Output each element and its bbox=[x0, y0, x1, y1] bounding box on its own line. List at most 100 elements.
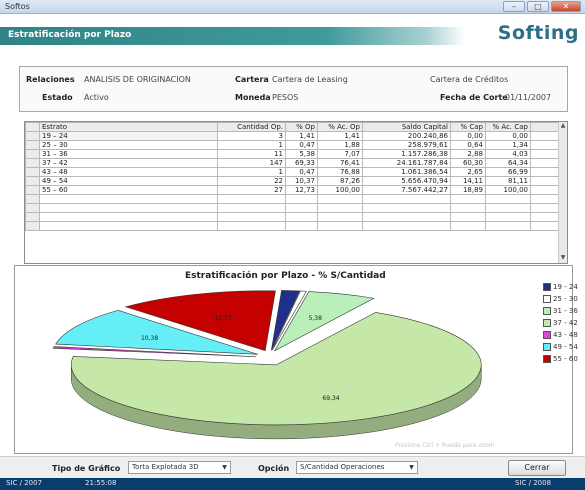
table-row-empty[interactable] bbox=[25, 212, 561, 222]
table-cell[interactable]: 31 – 36 bbox=[39, 149, 218, 159]
table-cell[interactable]: 12,73 bbox=[285, 185, 318, 195]
table-cell[interactable]: 25 – 30 bbox=[39, 140, 218, 150]
table-cell-empty[interactable] bbox=[362, 212, 451, 222]
chevron-down-icon[interactable]: ▼ bbox=[407, 463, 416, 472]
table-cell-empty[interactable] bbox=[39, 221, 218, 231]
table-cell-empty[interactable] bbox=[39, 203, 218, 213]
table-cell-empty[interactable] bbox=[450, 194, 486, 204]
table-cell-empty[interactable] bbox=[25, 194, 40, 204]
table-cell-empty[interactable] bbox=[530, 221, 561, 231]
table-cell[interactable]: 1,41 bbox=[285, 131, 318, 141]
table-cell[interactable]: 22 bbox=[217, 176, 286, 186]
table-cell[interactable]: 2,88 bbox=[450, 149, 486, 159]
table-cell[interactable]: 1,34 bbox=[485, 140, 531, 150]
chevron-down-icon[interactable]: ▼ bbox=[220, 463, 229, 472]
table-cell[interactable]: 55 – 60 bbox=[39, 185, 218, 195]
table-cell[interactable]: 27 bbox=[217, 185, 286, 195]
table-cell-empty[interactable] bbox=[217, 194, 286, 204]
table-cell[interactable]: 60,30 bbox=[450, 158, 486, 168]
table-cell[interactable]: 3 bbox=[217, 131, 286, 141]
table-cell-empty[interactable] bbox=[39, 212, 218, 222]
table-cell[interactable]: 5,38 bbox=[285, 149, 318, 159]
table-cell[interactable]: 66,99 bbox=[485, 167, 531, 177]
table-cell-empty[interactable] bbox=[485, 194, 531, 204]
col-cantidad-op[interactable]: Cantidad Op. bbox=[217, 122, 286, 132]
table-cell-empty[interactable] bbox=[485, 203, 531, 213]
col-pct-ac-op[interactable]: % Ac. Op bbox=[317, 122, 363, 132]
table-cell-empty[interactable] bbox=[39, 194, 218, 204]
table-cell-empty[interactable] bbox=[362, 221, 451, 231]
maximize-button[interactable]: □ bbox=[527, 1, 549, 12]
table-cell[interactable]: 7,07 bbox=[317, 149, 363, 159]
table-cell[interactable]: 100,00 bbox=[485, 185, 531, 195]
table-cell-empty[interactable] bbox=[317, 203, 363, 213]
col-estrato[interactable]: Estrato bbox=[39, 122, 218, 132]
table-cell-empty[interactable] bbox=[450, 221, 486, 231]
table-cell[interactable]: 14,11 bbox=[450, 176, 486, 186]
table-cell[interactable]: 1.157.286,38 bbox=[362, 149, 451, 159]
table-cell[interactable]: 10,37 bbox=[285, 176, 318, 186]
table-row[interactable]: 25 – 30 1 0,47 1,88 258.979,61 0,64 1,34 bbox=[25, 140, 561, 150]
table-cell[interactable]: 18,89 bbox=[450, 185, 486, 195]
table-row-empty[interactable] bbox=[25, 203, 561, 213]
table-row[interactable]: 49 – 54 22 10,37 87,26 5.656.470,94 14,11 81,1… bbox=[25, 176, 561, 186]
table-cell[interactable]: 37 – 42 bbox=[39, 158, 218, 168]
table-cell[interactable]: 0,00 bbox=[450, 131, 486, 141]
table-cell-empty[interactable] bbox=[217, 203, 286, 213]
scroll-down-icon[interactable]: ▼ bbox=[559, 254, 567, 263]
table-cell[interactable]: 87,26 bbox=[317, 176, 363, 186]
table-cell[interactable]: 7.567.442,27 bbox=[362, 185, 451, 195]
table-cell[interactable]: 1 bbox=[217, 167, 286, 177]
table-cell[interactable]: 200.240,86 bbox=[362, 131, 451, 141]
row-header[interactable] bbox=[25, 149, 40, 159]
table-cell-empty[interactable] bbox=[217, 212, 286, 222]
table-cell-empty[interactable] bbox=[485, 221, 531, 231]
table-cell-empty[interactable] bbox=[285, 203, 318, 213]
row-header[interactable] bbox=[25, 131, 40, 141]
table-cell-empty[interactable] bbox=[317, 212, 363, 222]
minimize-button[interactable]: – bbox=[503, 1, 525, 12]
table-cell[interactable]: 0,00 bbox=[485, 131, 531, 141]
table-cell-empty[interactable] bbox=[25, 203, 40, 213]
table-cell-empty[interactable] bbox=[285, 221, 318, 231]
row-header[interactable] bbox=[25, 176, 40, 186]
table-cell-empty[interactable] bbox=[285, 212, 318, 222]
table-cell-empty[interactable] bbox=[217, 221, 286, 231]
table-cell[interactable]: 100,00 bbox=[317, 185, 363, 195]
opcion-select[interactable]: S/Cantidad Operaciones ▼ bbox=[296, 461, 418, 474]
col-pct-cap[interactable]: % Cap bbox=[450, 122, 486, 132]
table-cell[interactable]: 5.656.470,94 bbox=[362, 176, 451, 186]
table-cell[interactable]: 24.161.787,84 bbox=[362, 158, 451, 168]
scroll-up-icon[interactable]: ▲ bbox=[559, 122, 567, 131]
table-cell-empty[interactable] bbox=[530, 203, 561, 213]
table-cell[interactable]: 1.061.386,54 bbox=[362, 167, 451, 177]
close-window-button[interactable]: ✕ bbox=[551, 1, 581, 12]
table-cell-empty[interactable] bbox=[485, 212, 531, 222]
table-cell-empty[interactable] bbox=[362, 194, 451, 204]
table-row-empty[interactable] bbox=[25, 194, 561, 204]
table-row-empty[interactable] bbox=[25, 221, 561, 231]
col-saldo-capital[interactable]: Saldo Capital bbox=[362, 122, 451, 132]
table-cell[interactable]: 0,47 bbox=[285, 140, 318, 150]
table-cell-empty[interactable] bbox=[530, 194, 561, 204]
table-cell[interactable]: 1,41 bbox=[317, 131, 363, 141]
table-cell-empty[interactable] bbox=[450, 203, 486, 213]
table-cell[interactable]: 4,03 bbox=[485, 149, 531, 159]
table-cell[interactable]: 64,34 bbox=[485, 158, 531, 168]
table-cell[interactable]: 2,65 bbox=[450, 167, 486, 177]
table-cell[interactable]: 147 bbox=[217, 158, 286, 168]
grid-scrollbar[interactable]: ▲ ▼ bbox=[558, 122, 567, 263]
row-header[interactable] bbox=[25, 140, 40, 150]
table-cell[interactable]: 0,64 bbox=[450, 140, 486, 150]
table-cell[interactable]: 76,41 bbox=[317, 158, 363, 168]
table-row[interactable]: 43 – 48 1 0,47 76,88 1.061.386,54 2,65 66,99 bbox=[25, 167, 561, 177]
col-pct-op[interactable]: % Op bbox=[285, 122, 318, 132]
table-cell[interactable]: 69,33 bbox=[285, 158, 318, 168]
table-cell-empty[interactable] bbox=[362, 203, 451, 213]
table-cell-empty[interactable] bbox=[317, 194, 363, 204]
table-cell-empty[interactable] bbox=[450, 212, 486, 222]
table-cell[interactable]: 0,47 bbox=[285, 167, 318, 177]
tipo-grafico-select[interactable]: Torta Explotada 3D ▼ bbox=[128, 461, 231, 474]
row-header[interactable] bbox=[25, 185, 40, 195]
table-cell[interactable]: 43 – 48 bbox=[39, 167, 218, 177]
